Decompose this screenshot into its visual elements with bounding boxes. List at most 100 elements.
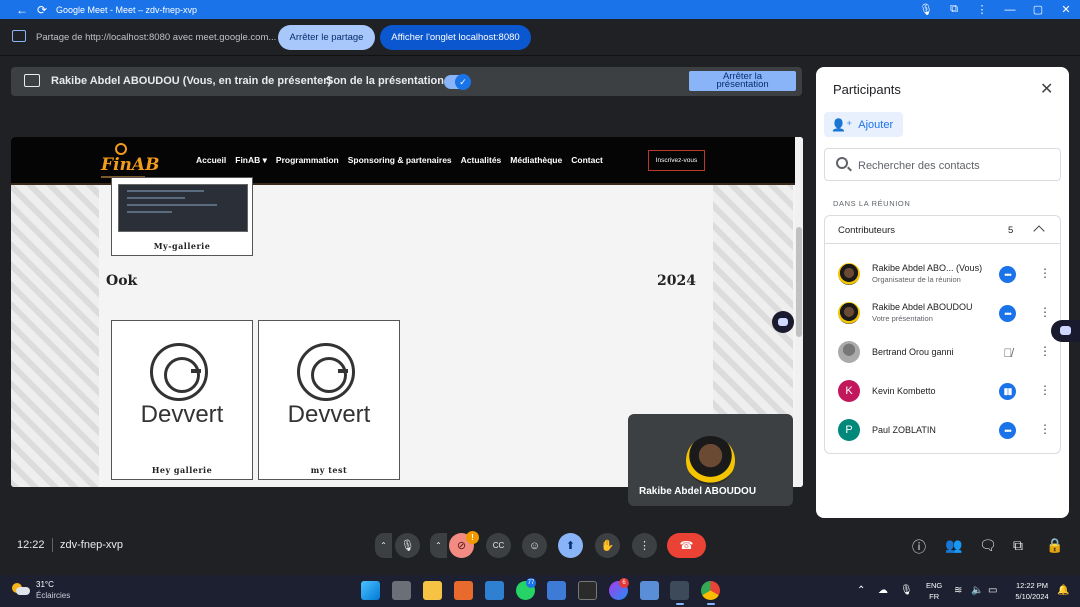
scrollbar-thumb[interactable] <box>796 227 802 337</box>
panel-title: Participants <box>833 82 901 97</box>
site-logo[interactable]: FinAB <box>99 143 159 179</box>
extensions-icon[interactable]: ⧉ <box>940 3 968 16</box>
app-icon[interactable] <box>454 581 473 600</box>
more-options-button[interactable]: ⋮ <box>632 533 657 558</box>
nav-link-actualites[interactable]: Actualités <box>461 155 502 166</box>
system-clock[interactable]: 12:22 PM 5/10/2024 <box>1008 580 1056 602</box>
restore-button[interactable]: ▢ <box>1024 3 1052 16</box>
chevron-up-icon[interactable]: ⌃ <box>857 585 865 596</box>
people-icon[interactable]: 👥 <box>945 537 962 554</box>
messenger-badge: 6 <box>619 578 629 588</box>
captions-button[interactable]: CC <box>486 533 511 558</box>
battery-icon[interactable]: ▭ <box>988 585 997 596</box>
participant-name: Rakibe Abdel ABO... (Vous) <box>872 263 983 273</box>
calculator-icon[interactable] <box>547 581 566 600</box>
page-scrollbar[interactable] <box>795 137 803 487</box>
chat-bot-icon[interactable] <box>1051 320 1080 342</box>
whatsapp-badge: 77 <box>526 578 536 588</box>
clock-time: 12:22 PM <box>1015 581 1049 590</box>
presentation-sound-label: Son de la présentation <box>326 75 444 87</box>
self-video-tile[interactable]: Rakibe Abdel ABOUDOU <box>628 414 793 506</box>
gallery-card-top[interactable]: My-gallerie <box>111 177 253 256</box>
more-options-icon[interactable]: ⋮ <box>1039 383 1051 397</box>
chat-bot-icon[interactable] <box>772 311 794 333</box>
activities-icon[interactable]: ⧉ <box>1013 537 1023 554</box>
chrome-icon[interactable] <box>701 581 720 605</box>
present-button[interactable]: ⬆ <box>558 533 583 558</box>
weather-icon[interactable] <box>12 581 30 597</box>
close-icon[interactable]: ✕ <box>1040 79 1053 99</box>
site-nav-links: Accueil FinAB ▾ Programmation Sponsoring… <box>196 155 603 166</box>
more-options-icon[interactable]: ⋮ <box>1039 305 1051 319</box>
show-tab-button[interactable]: Afficher l'onglet localhost:8080 <box>380 25 531 50</box>
participant-row[interactable]: P Paul ZOBLATIN ••• ⋮ <box>825 411 1060 450</box>
more-options-icon[interactable]: ⋮ <box>1039 266 1051 280</box>
participant-name: Kevin Kombetto <box>872 386 936 396</box>
nav-link-finab[interactable]: FinAB ▾ <box>235 155 267 166</box>
file-explorer-icon[interactable] <box>423 581 442 600</box>
search-input[interactable] <box>858 157 1053 174</box>
chat-icon[interactable]: 🗨 <box>979 537 997 554</box>
reload-icon[interactable]: ⟳ <box>34 2 50 18</box>
terminal-icon[interactable] <box>578 581 597 600</box>
search-icon <box>836 157 848 169</box>
remote-desktop-icon[interactable] <box>640 581 659 600</box>
audio-settings-chevron-icon[interactable]: ⌃ <box>375 533 392 558</box>
raise-hand-button[interactable]: ✋ <box>595 533 620 558</box>
presenter-text: Rakibe Abdel ABOUDOU (Vous, en train de … <box>51 75 332 87</box>
participant-row[interactable]: Rakibe Abdel ABO... (Vous) Organisateur … <box>825 255 1060 294</box>
nav-link-mediatheque[interactable]: Médiathèque <box>510 155 562 166</box>
participant-row[interactable]: Rakibe Abdel ABOUDOU Votre présentation … <box>825 294 1060 333</box>
close-window-button[interactable]: ✕ <box>1052 3 1080 16</box>
task-view-icon[interactable] <box>392 581 411 600</box>
microphone-button[interactable]: 🎙 <box>395 533 420 558</box>
volume-icon[interactable]: 🔈 <box>971 585 983 596</box>
nav-link-contact[interactable]: Contact <box>571 155 603 166</box>
tab-sharing-bar: Partage de http://localhost:8080 avec me… <box>0 19 1080 56</box>
add-people-button[interactable]: 👤⁺ Ajouter <box>824 112 903 137</box>
emoji-reactions-button[interactable]: ☺ <box>522 533 547 558</box>
camera-alert-badge: ! <box>466 531 479 544</box>
group-label: Contributeurs <box>838 225 896 236</box>
nav-link-programmation[interactable]: Programmation <box>276 155 339 166</box>
avatar <box>838 263 860 285</box>
avatar <box>838 302 860 324</box>
nav-link-sponsoring[interactable]: Sponsoring & partenaires <box>348 155 452 166</box>
presenting-bar: Rakibe Abdel ABOUDOU (Vous, en train de … <box>11 67 802 96</box>
presentation-sound-toggle[interactable]: ✓ <box>444 74 471 90</box>
app-window-icon[interactable] <box>670 581 689 605</box>
back-arrow-icon[interactable]: ← <box>14 2 30 18</box>
microphone-icon[interactable]: 🎙 <box>912 3 940 16</box>
host-controls-icon[interactable]: 🔒 <box>1046 537 1063 554</box>
video-settings-chevron-icon[interactable]: ⌃ <box>430 533 447 558</box>
check-icon: ✓ <box>455 74 471 90</box>
participants-panel: Participants ✕ 👤⁺ Ajouter DANS LA RÉUNIO… <box>816 67 1069 518</box>
microphone-icon[interactable]: 🎙 <box>900 585 913 596</box>
nav-link-accueil[interactable]: Accueil <box>196 155 226 166</box>
meeting-info-icon[interactable]: ⓘ <box>912 537 926 557</box>
participant-row[interactable]: K Kevin Kombetto ▮▮ ⋮ <box>825 372 1060 411</box>
contributors-group-header[interactable]: Contributeurs 5 <box>825 216 1060 244</box>
menu-kebab-icon[interactable]: ⋮ <box>968 3 996 16</box>
language-indicator[interactable]: ENG FR <box>926 580 942 602</box>
more-options-icon[interactable]: ⋮ <box>1039 344 1051 358</box>
notifications-bell-icon[interactable]: 🔔 <box>1057 585 1069 596</box>
stop-sharing-button[interactable]: Arrêter le partage <box>278 25 375 50</box>
register-button[interactable]: Inscrivez-vous <box>648 150 705 171</box>
chevron-up-icon[interactable] <box>1033 225 1045 237</box>
gallery-card[interactable]: Devvert my test <box>258 320 400 480</box>
stop-presenting-button[interactable]: Arrêter la présentation <box>689 71 796 91</box>
vscode-icon[interactable] <box>485 581 504 600</box>
participant-row[interactable]: Bertrand Orou ganni 🎙̸ ⋮ <box>825 333 1060 372</box>
gallery-card[interactable]: Devvert Hey gallerie <box>111 320 253 480</box>
wifi-icon[interactable]: ≋ <box>954 585 962 596</box>
windows-taskbar: 31°C Éclaircies 77 6 ⌃ ☁ 🎙 ENG FR ≋ 🔈 ▭ … <box>0 575 1080 607</box>
start-icon[interactable] <box>361 581 380 600</box>
minimize-button[interactable]: — <box>996 4 1024 16</box>
devvert-logo-icon <box>150 343 208 401</box>
onedrive-icon[interactable]: ☁ <box>878 585 888 596</box>
leave-call-button[interactable]: ☎ <box>667 533 706 558</box>
more-options-icon[interactable]: ⋮ <box>1039 422 1051 436</box>
browser-title-bar: ← ⟳ Google Meet - Meet – zdv-fnep-xvp 🎙 … <box>0 0 1080 19</box>
screen-share-icon <box>12 30 26 42</box>
